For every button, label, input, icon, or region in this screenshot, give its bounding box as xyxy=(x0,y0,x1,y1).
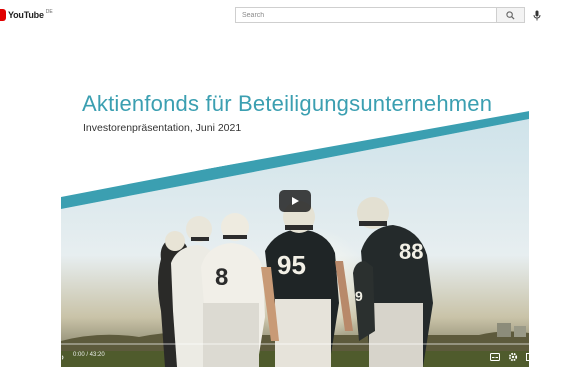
slide-title: Aktienfonds für Beteiligungsunternehmen xyxy=(82,91,493,116)
play-icon xyxy=(21,353,28,361)
progress-bar[interactable] xyxy=(15,343,568,345)
fullscreen-icon xyxy=(560,352,570,362)
search-input[interactable] xyxy=(235,7,497,23)
subtitles-button[interactable] xyxy=(488,350,502,364)
microphone-icon xyxy=(533,10,541,20)
fullscreen-button[interactable] xyxy=(558,350,572,364)
logo-region-code: DE xyxy=(45,9,53,15)
voice-search-button[interactable] xyxy=(530,7,544,23)
settings-button[interactable] xyxy=(506,350,520,364)
play-icon xyxy=(292,197,299,205)
theater-mode-button[interactable] xyxy=(541,350,555,364)
logo-text: YouTube xyxy=(8,10,44,20)
next-button[interactable] xyxy=(35,350,49,364)
volume-icon xyxy=(55,353,64,361)
svg-text:8: 8 xyxy=(215,264,228,291)
large-play-button[interactable] xyxy=(279,190,311,212)
play-button[interactable] xyxy=(17,350,31,364)
miniplayer-button[interactable] xyxy=(524,350,538,364)
logo-mark-icon xyxy=(0,9,6,21)
time-display: 0:00 / 43:20 xyxy=(73,352,105,358)
svg-text:9: 9 xyxy=(355,288,363,304)
mute-button[interactable] xyxy=(53,350,67,364)
svg-text:95: 95 xyxy=(277,250,306,280)
player-controls: 0:00 / 43:20 xyxy=(9,347,574,367)
masthead: YouTube DE xyxy=(0,0,582,32)
next-icon xyxy=(38,353,46,361)
settings-icon xyxy=(508,352,518,362)
video-frame: 8 95 88 9 Aktienfonds für Beteiligungsun… xyxy=(9,41,574,367)
search-button[interactable] xyxy=(497,7,525,23)
theater-icon xyxy=(542,353,554,361)
miniplayer-icon xyxy=(526,353,536,361)
youtube-logo[interactable]: YouTube DE xyxy=(0,8,53,22)
slide-subtitle: Investorenpräsentation, Juni 2021 xyxy=(83,122,242,134)
search-icon xyxy=(506,10,515,20)
svg-text:88: 88 xyxy=(399,239,423,264)
video-player[interactable]: 8 95 88 9 Aktienfonds für Beteiligungsun… xyxy=(9,41,574,367)
subtitles-icon xyxy=(490,353,500,361)
